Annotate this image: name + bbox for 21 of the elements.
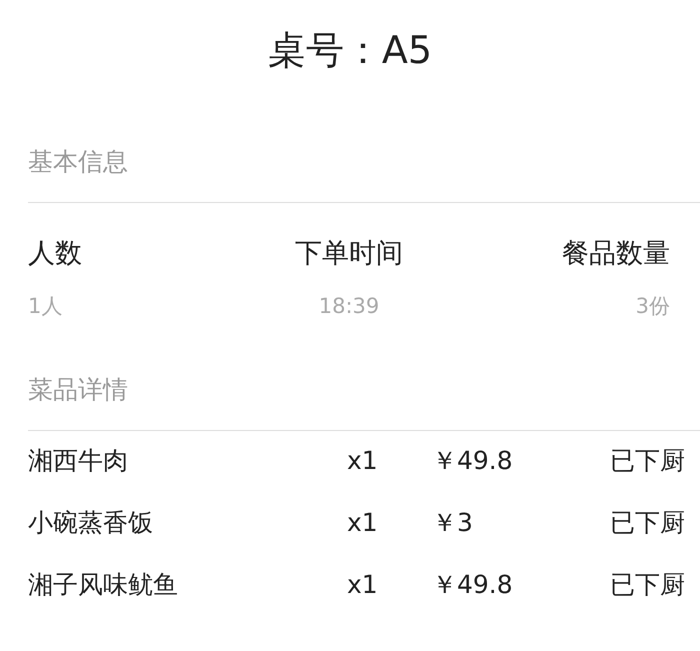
dish-status: 已下厨 xyxy=(610,507,685,539)
field-value: 18:39 xyxy=(318,293,380,320)
dish-quantity: x1 xyxy=(347,445,379,477)
field-label: 下单时间 xyxy=(295,237,403,271)
dish-quantity: x1 xyxy=(347,569,379,601)
field-value: 3份 xyxy=(636,293,670,320)
dish-price: ￥49.8 xyxy=(432,445,514,477)
table-number-title: 桌号：A5 xyxy=(266,27,434,74)
section-heading: 基本信息 xyxy=(28,146,129,178)
dish-status: 已下厨 xyxy=(610,445,685,477)
field-label: 餐品数量 xyxy=(562,237,670,271)
dish-price: ￥3 xyxy=(432,507,474,539)
field-value: 1人 xyxy=(28,293,62,320)
dish-name: 小碗蒸香饭 xyxy=(28,507,154,539)
dish-status: 已下厨 xyxy=(610,569,685,601)
section-heading: 菜品详情 xyxy=(28,374,129,406)
dish-name: 湘子风味鱿鱼 xyxy=(28,569,179,601)
field-label: 人数 xyxy=(28,237,82,271)
dish-quantity: x1 xyxy=(347,507,379,539)
dish-price: ￥49.8 xyxy=(432,569,514,601)
dish-name: 湘西牛肉 xyxy=(28,445,129,477)
